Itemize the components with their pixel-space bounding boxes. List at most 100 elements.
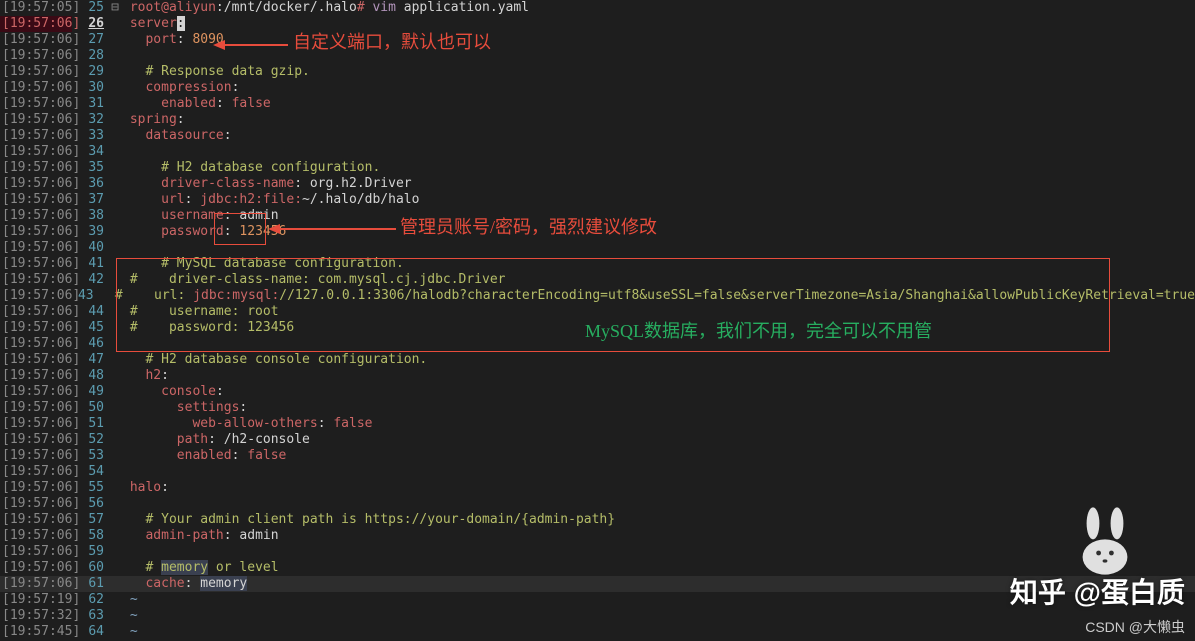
code-content[interactable]: # driver-class-name: com.mysql.cj.jdbc.D… [122, 272, 1195, 288]
code-line: [19:57:06]41 # MySQL database configurat… [0, 256, 1195, 272]
code-content[interactable]: admin-path: admin [122, 528, 1195, 544]
line-number: 38 [72, 208, 104, 224]
timestamp: [19:57:06] [0, 16, 72, 32]
code-content[interactable]: console: [122, 384, 1195, 400]
code-line: [19:57:06]38 username: admin [0, 208, 1195, 224]
fold-marker [108, 48, 122, 64]
timestamp: [19:57:06] [0, 448, 72, 464]
timestamp: [19:57:06] [0, 464, 72, 480]
code-line: [19:57:06]52 path: /h2-console [0, 432, 1195, 448]
code-line: [19:57:06]54 [0, 464, 1195, 480]
fold-marker [108, 560, 122, 576]
line-number: 49 [72, 384, 104, 400]
code-content[interactable]: ~ [122, 608, 1195, 624]
fold-marker [108, 80, 122, 96]
code-content[interactable]: port: 8090 [122, 32, 1195, 48]
line-number: 25 [72, 0, 104, 16]
code-line: [19:57:06]44 # username: root [0, 304, 1195, 320]
code-line: [19:57:06]42 # driver-class-name: com.my… [0, 272, 1195, 288]
code-line: [19:57:06]32 spring: [0, 112, 1195, 128]
fold-marker [108, 144, 122, 160]
code-content[interactable]: datasource: [122, 128, 1195, 144]
timestamp: [19:57:06] [0, 64, 72, 80]
timestamp: [19:57:06] [0, 176, 72, 192]
line-number: 37 [72, 192, 104, 208]
line-number: 43 [72, 288, 94, 304]
code-content[interactable]: password: 123456 [122, 224, 1195, 240]
code-line: [19:57:06]58 admin-path: admin [0, 528, 1195, 544]
code-content[interactable]: server: [122, 16, 1195, 32]
code-content[interactable]: halo: [122, 480, 1195, 496]
code-line: [19:57:45]64 ~ [0, 624, 1195, 640]
code-content[interactable]: # url: jdbc:mysql://127.0.0.1:3306/halod… [107, 288, 1195, 304]
code-content[interactable]: # H2 database configuration. [122, 160, 1195, 176]
code-content[interactable]: enabled: false [122, 448, 1195, 464]
line-number: 56 [72, 496, 104, 512]
fold-marker [108, 416, 122, 432]
terminal-vim-editor[interactable]: [19:57:05]25⊟ root@aliyun:/mnt/docker/.h… [0, 0, 1195, 641]
fold-marker [108, 528, 122, 544]
code-line: [19:57:05]25⊟ root@aliyun:/mnt/docker/.h… [0, 0, 1195, 16]
timestamp: [19:57:06] [0, 400, 72, 416]
timestamp: [19:57:06] [0, 304, 72, 320]
bunny-mascot-icon [1065, 501, 1145, 581]
timestamp: [19:57:06] [0, 320, 72, 336]
code-content[interactable]: # Your admin client path is https://your… [122, 512, 1195, 528]
fold-marker [108, 256, 122, 272]
timestamp: [19:57:06] [0, 576, 72, 592]
line-number: 60 [72, 560, 104, 576]
timestamp: [19:57:06] [0, 224, 72, 240]
code-content[interactable]: # memory or level [122, 560, 1195, 576]
fold-marker[interactable]: ⊟ [108, 0, 122, 16]
line-number: 59 [72, 544, 104, 560]
fold-marker [108, 304, 122, 320]
code-content[interactable]: path: /h2-console [122, 432, 1195, 448]
line-number: 46 [72, 336, 104, 352]
timestamp: [19:57:06] [0, 368, 72, 384]
line-number: 57 [72, 512, 104, 528]
line-number: 40 [72, 240, 104, 256]
code-content[interactable]: username: admin [122, 208, 1195, 224]
fold-marker [98, 288, 107, 304]
code-line: [19:57:06]46 [0, 336, 1195, 352]
line-number: 51 [72, 416, 104, 432]
timestamp: [19:57:06] [0, 272, 72, 288]
line-number: 42 [72, 272, 104, 288]
timestamp: [19:57:06] [0, 432, 72, 448]
zhihu-watermark: 知乎 @蛋白质 [1010, 585, 1185, 601]
code-content[interactable]: compression: [122, 80, 1195, 96]
code-content[interactable]: # MySQL database configuration. [122, 256, 1195, 272]
fold-marker [108, 176, 122, 192]
timestamp: [19:57:06] [0, 480, 72, 496]
code-content[interactable]: # Response data gzip. [122, 64, 1195, 80]
code-content[interactable]: h2: [122, 368, 1195, 384]
line-number: 64 [72, 624, 104, 640]
code-content[interactable]: driver-class-name: org.h2.Driver [122, 176, 1195, 192]
code-content[interactable]: spring: [122, 112, 1195, 128]
timestamp: [19:57:06] [0, 128, 72, 144]
line-number: 30 [72, 80, 104, 96]
code-content[interactable]: enabled: false [122, 96, 1195, 112]
code-content[interactable]: ~ [122, 624, 1195, 640]
timestamp: [19:57:19] [0, 592, 72, 608]
line-number: 47 [72, 352, 104, 368]
code-content[interactable]: # username: root [122, 304, 1195, 320]
line-number: 28 [72, 48, 104, 64]
code-line: [19:57:06]30 compression: [0, 80, 1195, 96]
code-content[interactable]: settings: [122, 400, 1195, 416]
fold-marker [108, 448, 122, 464]
fold-marker [108, 112, 122, 128]
code-line: [19:57:06]50 settings: [0, 400, 1195, 416]
fold-marker [108, 432, 122, 448]
fold-marker [108, 368, 122, 384]
code-content[interactable]: # password: 123456 [122, 320, 1195, 336]
code-content[interactable]: url: jdbc:h2:file:~/.halo/db/halo [122, 192, 1195, 208]
code-content[interactable]: root@aliyun:/mnt/docker/.halo# vim appli… [122, 0, 1195, 16]
line-number: 54 [72, 464, 104, 480]
code-content[interactable]: # H2 database console configuration. [122, 352, 1195, 368]
code-line: [19:57:06]57 # Your admin client path is… [0, 512, 1195, 528]
code-content[interactable]: web-allow-others: false [122, 416, 1195, 432]
line-number: 39 [72, 224, 104, 240]
timestamp: [19:57:06] [0, 192, 72, 208]
line-number: 63 [72, 608, 104, 624]
